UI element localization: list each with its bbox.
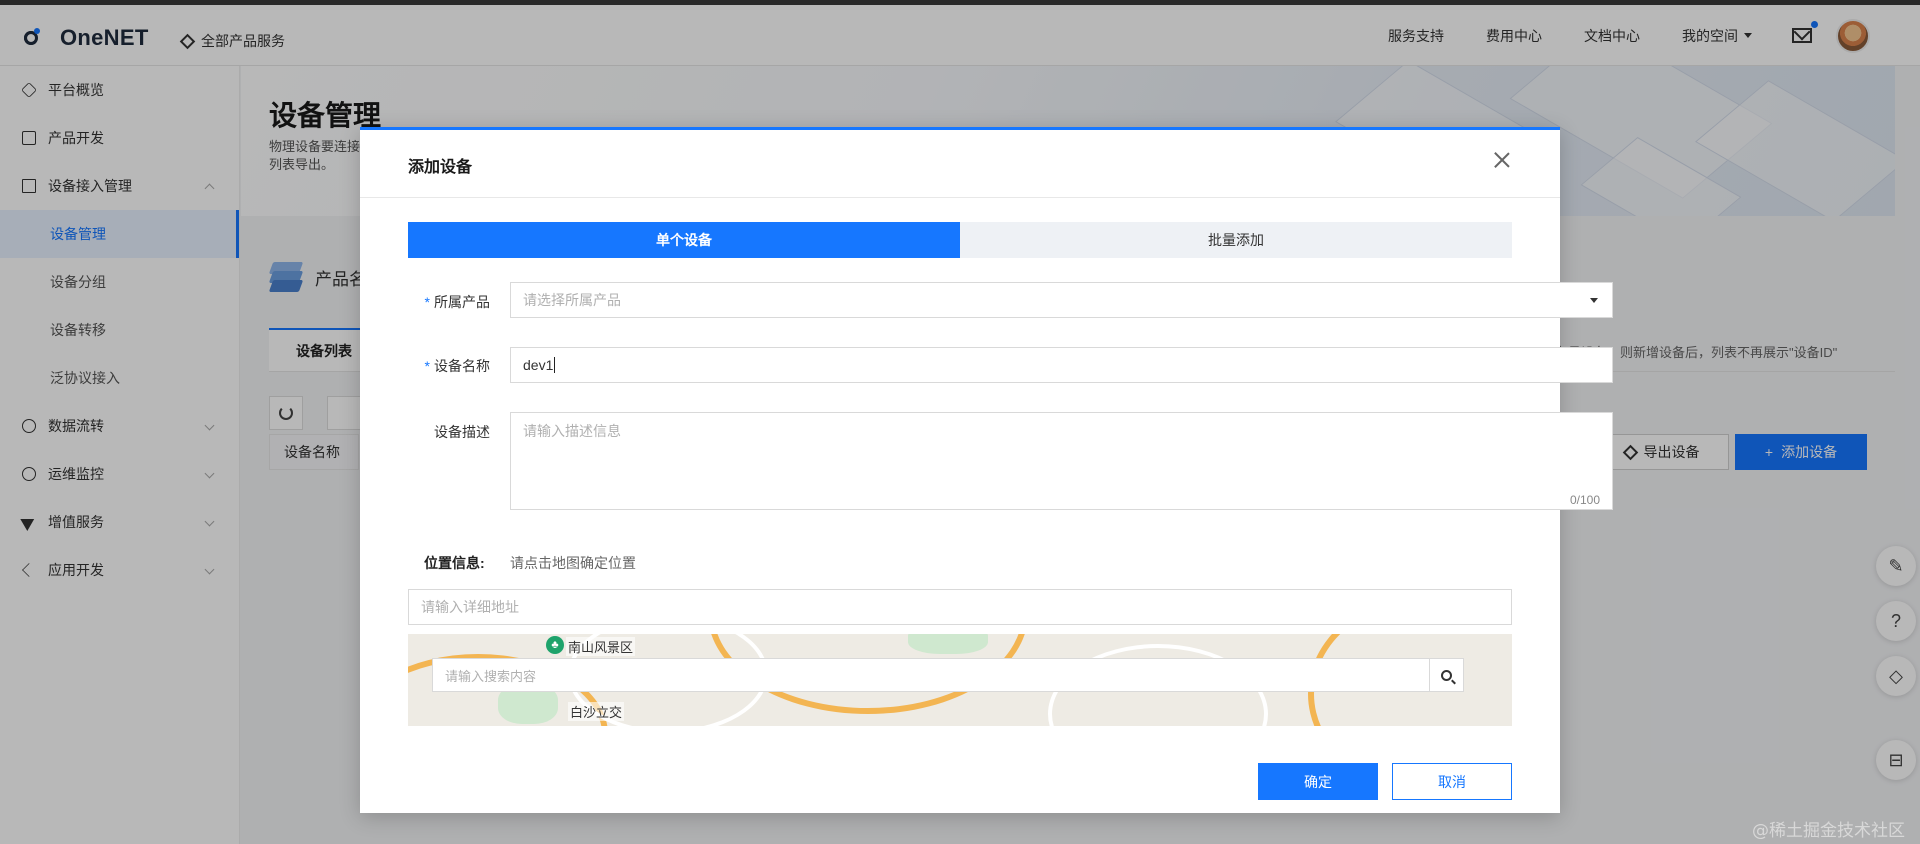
- text-cursor: [554, 357, 556, 373]
- search-icon: [1441, 669, 1452, 681]
- add-device-dialog: 添加设备 单个设备 批量添加 * 所属产品 请选择所属产品 * 设备名称 dev1 …: [360, 127, 1613, 813]
- location-label: 位置信息:: [424, 555, 485, 571]
- close-icon[interactable]: [1490, 148, 1514, 172]
- address-input[interactable]: 请输入详细地址: [408, 589, 1512, 625]
- product-select[interactable]: 请选择所属产品: [510, 282, 1613, 318]
- confirm-button[interactable]: 确定: [1258, 763, 1378, 800]
- map-search-button[interactable]: [1429, 659, 1463, 691]
- device-name-value: dev1: [523, 357, 554, 373]
- tab-batch-add[interactable]: 批量添加: [960, 222, 1512, 258]
- product-select-placeholder: 请选择所属产品: [523, 292, 621, 308]
- tab-single-device[interactable]: 单个设备: [408, 222, 960, 258]
- device-desc-placeholder: 请输入描述信息: [523, 423, 621, 439]
- address-placeholder: 请输入详细地址: [421, 599, 519, 615]
- dialog-divider: [360, 197, 1560, 198]
- device-desc-label: 设备描述: [434, 424, 490, 440]
- map-label-baisha: 白沙立交: [568, 702, 625, 721]
- device-desc-textarea[interactable]: 请输入描述信息 0/100: [510, 412, 1613, 510]
- dialog-title: 添加设备: [408, 159, 473, 176]
- watermark: @稀土掘金技术社区: [1752, 821, 1905, 841]
- map-search-input[interactable]: 请输入搜索内容: [433, 659, 1427, 691]
- map-search-box: 请输入搜索内容: [432, 658, 1464, 692]
- scenic-spot-icon: ♣: [546, 636, 564, 654]
- map-label-nanshan: 南山风景区: [566, 637, 636, 656]
- product-field-label: * 所属产品: [424, 294, 490, 310]
- location-hint: 请点击地图确定位置: [510, 555, 636, 571]
- device-name-label: * 设备名称: [424, 358, 490, 374]
- char-counter: 0/100: [1569, 493, 1600, 507]
- cancel-button[interactable]: 取消: [1392, 763, 1512, 800]
- map-search-placeholder: 请输入搜索内容: [445, 668, 537, 684]
- location-map[interactable]: ♣ 南山风景区 白沙立交 请输入搜索内容: [408, 634, 1512, 726]
- add-mode-tabs: 单个设备 批量添加: [408, 222, 1512, 258]
- caret-down-icon: [1590, 298, 1598, 303]
- device-name-input[interactable]: dev1: [510, 347, 1613, 383]
